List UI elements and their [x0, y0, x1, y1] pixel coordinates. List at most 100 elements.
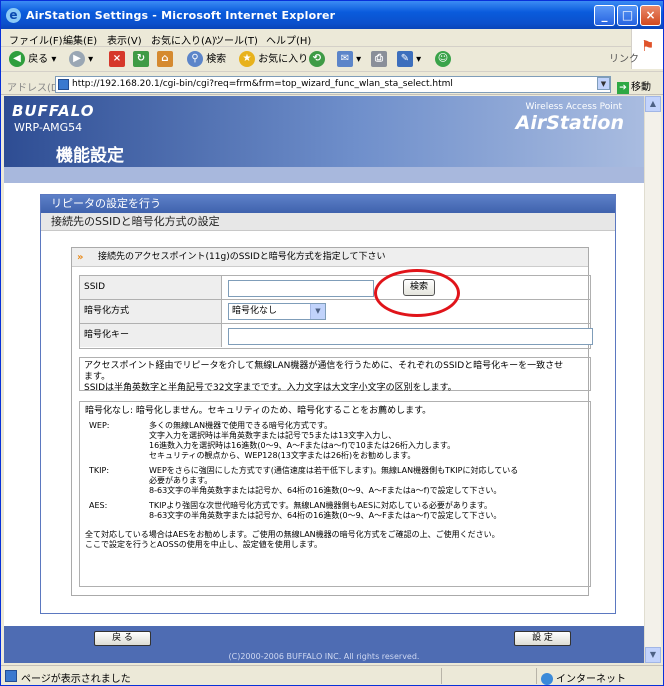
page-icon — [58, 79, 69, 90]
forward-button[interactable]: ▶ ▾ — [69, 51, 93, 69]
home-button[interactable]: ⌂ — [157, 51, 173, 69]
repeater-panel: リピータの設定を行う 接続先のSSIDと暗号化方式の設定 » 接続先のアクセスポ… — [40, 194, 616, 614]
browser-window: e AirStation Settings - Microsoft Intern… — [0, 0, 664, 686]
copyright: (C)2000-2006 BUFFALO INC. All rights res… — [228, 652, 420, 661]
home-icon: ⌂ — [157, 51, 173, 67]
toolbar: ◀ 戻る ▾ ▶ ▾ × ↻ ⌂ ⚲ 検索 ★ お気に入り ⟲ ✉ ▾ ⎙ ✎ … — [1, 48, 663, 72]
note-wep-key: WEP: — [89, 421, 110, 430]
edit-button[interactable]: ✎ ▾ — [397, 51, 421, 69]
menu-file[interactable]: ファイル(F) — [9, 32, 63, 47]
back-button[interactable]: ◀ 戻る ▾ — [9, 51, 56, 69]
scroll-up-icon[interactable]: ▲ — [645, 96, 661, 112]
panel-subtitle: 接続先のSSIDと暗号化方式の設定 — [41, 213, 615, 231]
search-label: 検索 — [206, 54, 227, 65]
window-title: AirStation Settings - Microsoft Internet… — [26, 9, 336, 22]
ssid-note-line3: SSIDは半角英数字と半角記号で32文字までです。入力文字は大文字小文字の区別を… — [84, 383, 457, 393]
scroll-down-icon[interactable]: ▼ — [645, 647, 661, 663]
note-aes-key: AES: — [89, 501, 108, 510]
messenger-icon: ☺ — [435, 51, 451, 67]
search-button[interactable]: ⚲ 検索 — [187, 51, 226, 69]
panel-title: リピータの設定を行う — [41, 195, 615, 213]
encryption-key-input[interactable] — [228, 328, 593, 345]
header-banner: BUFFALO WRP-AMG54 Wireless Access Point … — [4, 96, 644, 167]
back-label: 戻る — [28, 54, 49, 65]
links-label[interactable]: リンク — [609, 51, 639, 69]
ssid-note: アクセスポイント経由でリピータを介して無線LAN機器が通信を行うために、それぞれ… — [79, 357, 591, 393]
ie-logo-icon: e — [6, 8, 21, 23]
go-label: 移動 — [631, 82, 651, 93]
status-divider — [536, 668, 537, 684]
address-url: http://192.168.20.1/cgi-bin/cgi?req=frm&… — [72, 79, 453, 89]
security-zone: インターネット — [541, 670, 626, 685]
settings-form: SSID 検索 暗号化方式 暗号化なし ▼ 暗号化キー — [79, 275, 593, 349]
edit-icon: ✎ — [397, 51, 413, 67]
printer-icon: ⎙ — [371, 51, 387, 67]
set-button[interactable]: 設 定 — [514, 631, 571, 646]
address-input[interactable]: http://192.168.20.1/cgi-bin/cgi?req=frm&… — [55, 76, 611, 93]
mail-button[interactable]: ✉ ▾ — [337, 51, 361, 69]
page-done-icon — [5, 670, 17, 682]
note-tkip: TKIP: WEPをさらに強固にした方式です(通信速度は若干低下します)。無線L… — [85, 466, 585, 496]
footer-band: 戻 る 設 定 (C)2000-2006 BUFFALO INC. All ri… — [4, 626, 644, 663]
history-icon: ⟲ — [309, 51, 325, 67]
address-dropdown-icon[interactable]: ▼ — [597, 77, 610, 90]
messenger-button[interactable]: ☺ — [435, 51, 451, 69]
key-row: 暗号化キー — [80, 324, 593, 348]
header-band — [4, 167, 644, 183]
zone-label: インターネット — [556, 674, 626, 685]
mail-icon: ✉ — [337, 51, 353, 67]
product-logo: AirStation — [515, 112, 624, 134]
history-button[interactable]: ⟲ — [309, 51, 325, 69]
back-page-button[interactable]: 戻 る — [94, 631, 151, 646]
go-button[interactable]: ➔ 移動 — [617, 78, 651, 94]
note-tkip-key: TKIP: — [89, 466, 110, 475]
status-bar: ページが表示されました インターネット — [1, 665, 663, 685]
menu-bar: ファイル(F) 編集(E) 表示(V) お気に入り(A) ツール(T) ヘルプ(… — [1, 29, 663, 47]
menu-favorites[interactable]: お気に入り(A) — [151, 32, 216, 47]
vertical-scrollbar[interactable]: ▲ ▼ — [644, 96, 661, 663]
stop-button[interactable]: × — [109, 51, 125, 69]
ssid-note-line2: ます。 — [84, 372, 111, 382]
ssid-note-line1: アクセスポイント経由でリピータを介して無線LAN機器が通信を行うために、それぞれ… — [84, 361, 564, 371]
ssid-row: SSID 検索 — [80, 276, 590, 300]
menu-help[interactable]: ヘルプ(H) — [266, 32, 311, 47]
chevron-down-icon: ▼ — [310, 304, 325, 319]
note-footer-line2: ここで設定を行うとAOSSの使用を中止し、設定値を使用します。 — [85, 540, 322, 549]
note-tkip-line: 8-63文字の半角英数字または記号か、64桁の16進数(0〜9、A〜Fまたはa〜… — [149, 486, 502, 495]
key-label: 暗号化キー — [80, 324, 222, 347]
ssid-input[interactable] — [228, 280, 374, 297]
star-icon: ★ — [239, 51, 255, 67]
status-divider — [441, 668, 442, 684]
address-bar: アドレス(D) http://192.168.20.1/cgi-bin/cgi?… — [1, 74, 663, 95]
note-wep: WEP: 多くの無線LAN機器で使用できる暗号化方式です。 文字入力を選択時は半… — [85, 421, 585, 461]
settings-box: » 接続先のアクセスポイント(11g)のSSIDと暗号化方式を指定して下さい S… — [71, 247, 593, 596]
highlight-circle — [374, 269, 460, 317]
menu-view[interactable]: 表示(V) — [107, 32, 142, 47]
encryption-select[interactable]: 暗号化なし ▼ — [228, 303, 326, 320]
note-none: 暗号化なし: 暗号化しません。セキュリティのため、暗号化することをお薦めします。 — [85, 406, 432, 416]
menu-tools[interactable]: ツール(T) — [214, 32, 258, 47]
refresh-button[interactable]: ↻ — [133, 51, 149, 69]
note-footer: 全て対応している場合はAESをお勧めします。ご使用の無線LAN機器の暗号化方式を… — [85, 530, 585, 550]
instruction-bar: » 接続先のアクセスポイント(11g)のSSIDと暗号化方式を指定して下さい — [72, 248, 588, 267]
minimize-button[interactable]: _ — [594, 5, 615, 26]
forward-arrow-icon: ▶ — [69, 51, 85, 67]
favorites-button[interactable]: ★ お気に入り — [239, 51, 308, 69]
back-arrow-icon: ◀ — [9, 51, 25, 67]
model-name: WRP-AMG54 — [14, 121, 83, 134]
stop-icon: × — [109, 51, 125, 67]
note-wep-line: セキュリティの観点から、WEP128(13文字または26桁)をお勧めします。 — [149, 451, 416, 460]
note-aes-line: TKIPより強固な次世代暗号化方式です。無線LAN機器側もAESに対応している必… — [149, 501, 493, 510]
note-tkip-line: WEPをさらに強固にした方式です(通信速度は若干低下します)。無線LAN機器側も… — [149, 466, 519, 475]
note-aes: AES: TKIPより強固な次世代暗号化方式です。無線LAN機器側もAESに対応… — [85, 501, 585, 521]
brand-logo: BUFFALO — [12, 102, 95, 120]
favorites-label: お気に入り — [258, 54, 309, 65]
menu-edit[interactable]: 編集(E) — [63, 32, 97, 47]
close-button[interactable]: × — [640, 5, 661, 26]
title-bar[interactable]: e AirStation Settings - Microsoft Intern… — [1, 1, 663, 29]
print-button[interactable]: ⎙ — [371, 51, 387, 69]
globe-icon — [541, 673, 553, 685]
note-footer-line1: 全て対応している場合はAESをお勧めします。ご使用の無線LAN機器の暗号化方式を… — [85, 530, 500, 539]
note-aes-line: 8-63文字の半角英数字または記号か、64桁の16進数(0〜9、A〜Fまたはa〜… — [149, 511, 502, 520]
maximize-button[interactable]: □ — [617, 5, 638, 26]
